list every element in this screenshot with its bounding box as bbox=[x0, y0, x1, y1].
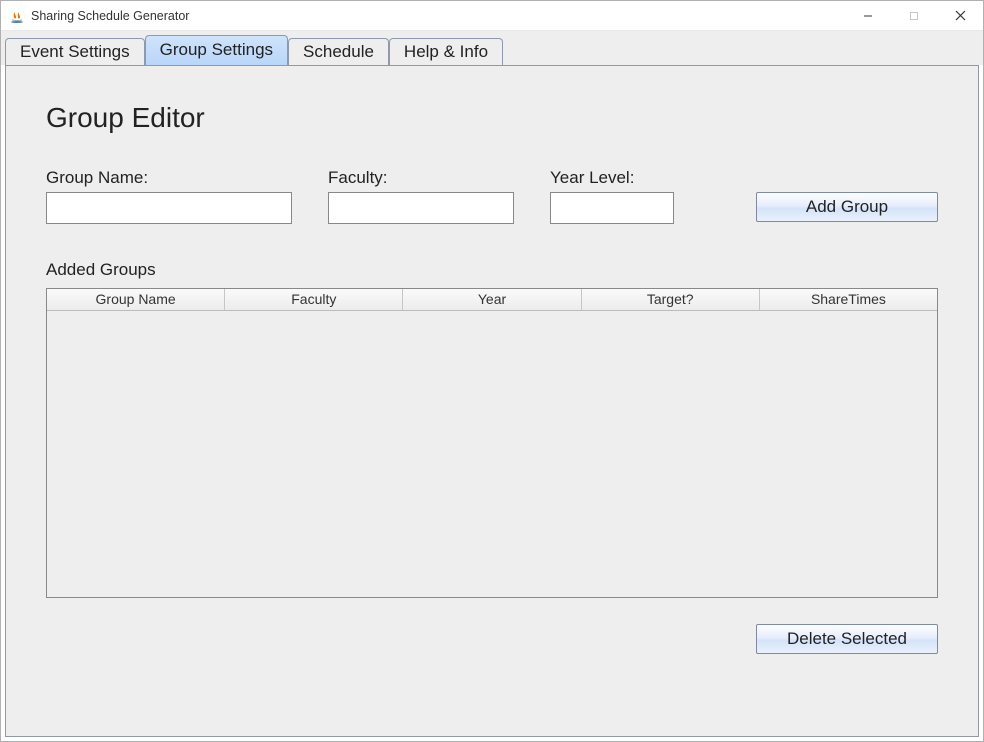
faculty-input[interactable] bbox=[328, 192, 514, 224]
titlebar: Sharing Schedule Generator bbox=[1, 1, 983, 31]
added-groups-label: Added Groups bbox=[46, 260, 938, 280]
tab-bar: Event Settings Group Settings Schedule H… bbox=[1, 31, 983, 65]
app-window: Sharing Schedule Generator Event Setting… bbox=[0, 0, 984, 742]
groups-table: Group Name Faculty Year Target? ShareTim… bbox=[46, 288, 938, 598]
col-year[interactable]: Year bbox=[403, 289, 581, 310]
tab-event-settings[interactable]: Event Settings bbox=[5, 38, 145, 66]
group-name-input[interactable] bbox=[46, 192, 292, 224]
group-name-label: Group Name: bbox=[46, 168, 292, 188]
add-group-button[interactable]: Add Group bbox=[756, 192, 938, 222]
form-row: Group Name: Faculty: Year Level: Add Gro… bbox=[46, 168, 938, 224]
tab-help-info[interactable]: Help & Info bbox=[389, 38, 503, 66]
tab-schedule[interactable]: Schedule bbox=[288, 38, 389, 66]
page-title: Group Editor bbox=[46, 102, 938, 134]
year-level-input[interactable] bbox=[550, 192, 674, 224]
table-body[interactable] bbox=[47, 311, 937, 597]
maximize-button[interactable] bbox=[891, 1, 937, 30]
add-button-wrap: Add Group bbox=[756, 192, 938, 224]
year-level-label: Year Level: bbox=[550, 168, 674, 188]
group-name-group: Group Name: bbox=[46, 168, 292, 224]
faculty-label: Faculty: bbox=[328, 168, 514, 188]
faculty-group: Faculty: bbox=[328, 168, 514, 224]
window-title: Sharing Schedule Generator bbox=[31, 9, 845, 23]
col-sharetimes[interactable]: ShareTimes bbox=[760, 289, 937, 310]
table-header: Group Name Faculty Year Target? ShareTim… bbox=[47, 289, 937, 311]
col-faculty[interactable]: Faculty bbox=[225, 289, 403, 310]
content-panel: Group Editor Group Name: Faculty: Year L… bbox=[5, 65, 979, 737]
bottom-row: Delete Selected bbox=[46, 624, 938, 654]
delete-selected-button[interactable]: Delete Selected bbox=[756, 624, 938, 654]
year-level-group: Year Level: bbox=[550, 168, 674, 224]
window-controls bbox=[845, 1, 983, 30]
col-group-name[interactable]: Group Name bbox=[47, 289, 225, 310]
java-icon bbox=[9, 8, 25, 24]
tab-group-settings[interactable]: Group Settings bbox=[145, 35, 288, 65]
minimize-button[interactable] bbox=[845, 1, 891, 30]
col-target[interactable]: Target? bbox=[582, 289, 760, 310]
close-button[interactable] bbox=[937, 1, 983, 30]
